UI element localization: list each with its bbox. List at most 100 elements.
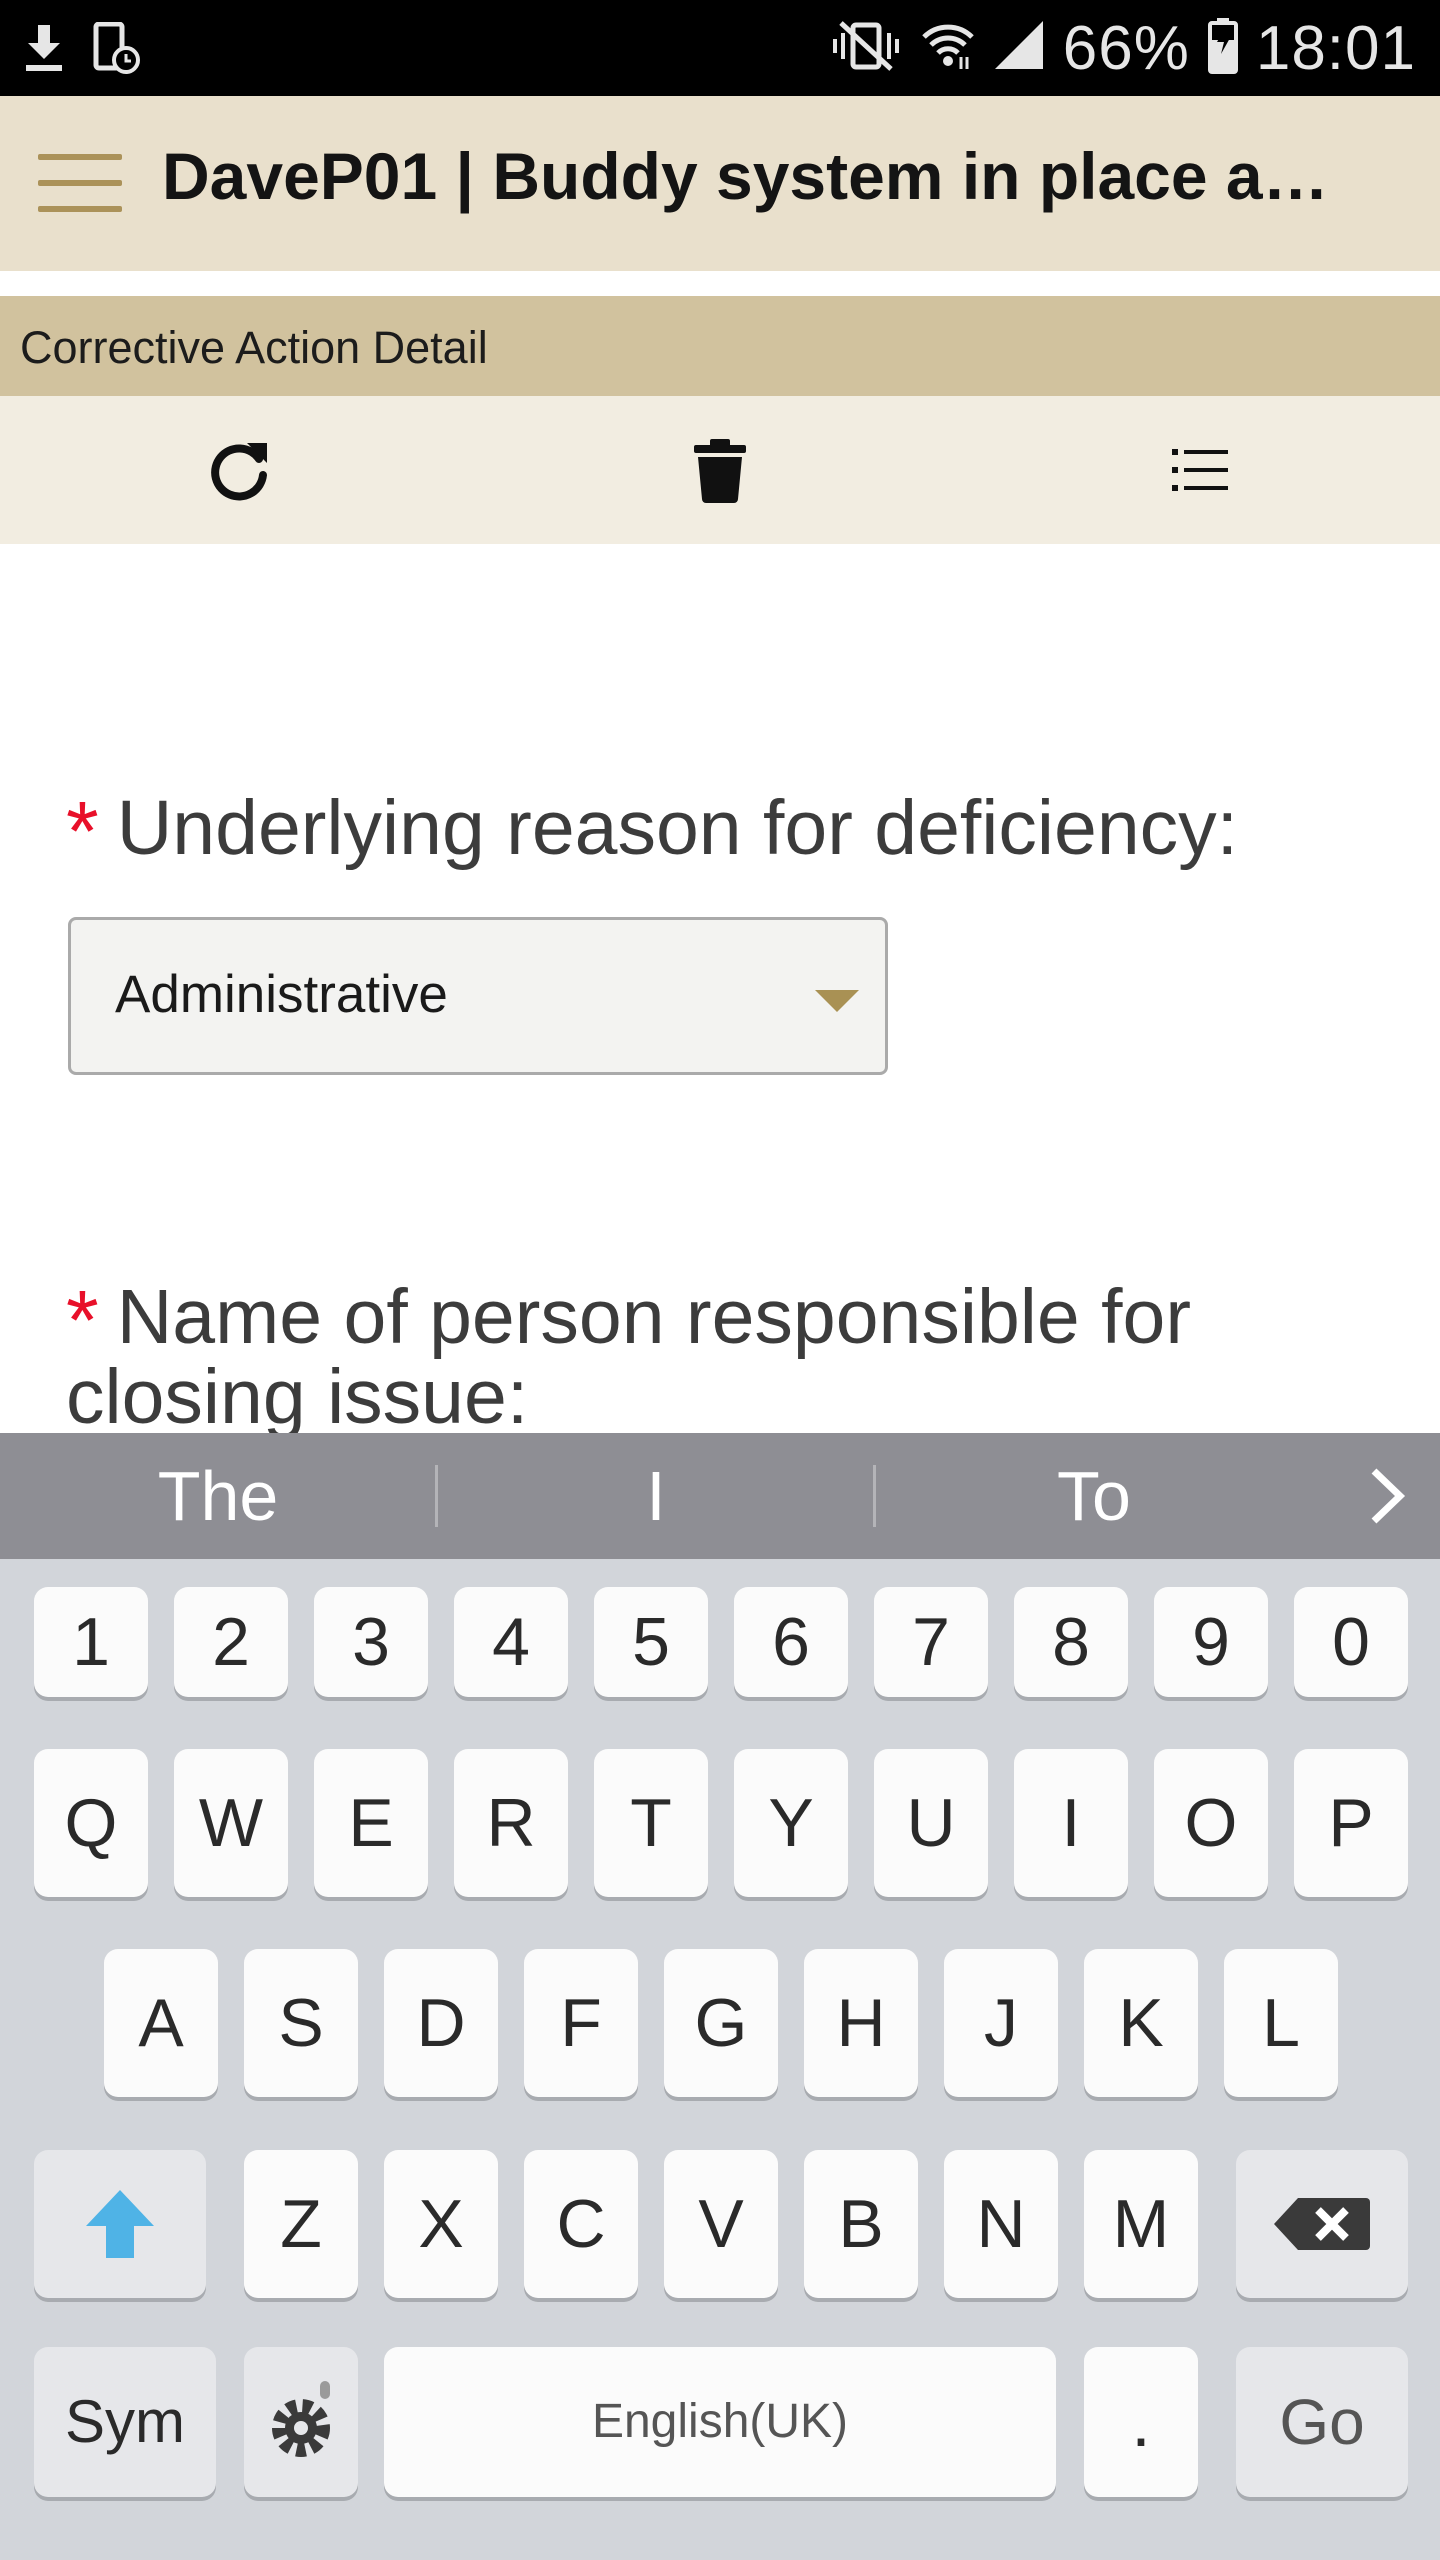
clock: 18:01 xyxy=(1255,13,1416,83)
key-c[interactable]: C xyxy=(524,2150,638,2298)
key-1-label: 1 xyxy=(72,1604,110,1680)
battery-charging-icon xyxy=(1207,17,1238,79)
key-0[interactable]: 0 xyxy=(1294,1587,1408,1697)
key-z[interactable]: Z xyxy=(244,2150,358,2298)
key-4[interactable]: 4 xyxy=(454,1587,568,1697)
chevron-right-icon[interactable] xyxy=(1354,1465,1416,1527)
reason-label-text: Underlying reason for deficiency: xyxy=(116,785,1239,871)
key-w[interactable]: W xyxy=(174,1749,288,1897)
key-q[interactable]: Q xyxy=(34,1749,148,1897)
key-x[interactable]: X xyxy=(384,2150,498,2298)
key-3-label: 3 xyxy=(352,1604,390,1680)
refresh-icon xyxy=(211,443,267,501)
key-f[interactable]: F xyxy=(524,1949,638,2097)
key-2[interactable]: 2 xyxy=(174,1587,288,1697)
key-p-label: P xyxy=(1328,1785,1374,1861)
refresh-button[interactable] xyxy=(202,432,278,508)
key-q-label: Q xyxy=(64,1785,118,1861)
key-v-label: V xyxy=(698,2186,744,2262)
key-e-label: E xyxy=(348,1785,394,1861)
key-k-label: K xyxy=(1118,1985,1164,2061)
hamburger-menu-icon[interactable] xyxy=(38,154,122,212)
key-7-label: 7 xyxy=(912,1604,950,1680)
key-1[interactable]: 1 xyxy=(34,1587,148,1697)
shift-arrow-icon xyxy=(86,2190,154,2258)
key-r[interactable]: R xyxy=(454,1749,568,1897)
status-bar: 66% 18:01 xyxy=(0,0,1440,96)
reason-label: * Underlying reason for deficiency: xyxy=(66,785,1239,873)
key-9[interactable]: 9 xyxy=(1154,1587,1268,1697)
key-9-label: 9 xyxy=(1192,1604,1230,1680)
key-3[interactable]: 3 xyxy=(314,1587,428,1697)
key-i[interactable]: I xyxy=(1014,1749,1128,1897)
key-a-label: A xyxy=(138,1985,184,2061)
key-e[interactable]: E xyxy=(314,1749,428,1897)
key-6-label: 6 xyxy=(772,1604,810,1680)
shift-key[interactable] xyxy=(34,2150,206,2298)
list-icon xyxy=(1172,449,1228,491)
wifi-icon xyxy=(921,19,975,78)
action-toolbar xyxy=(0,396,1440,544)
key-7[interactable]: 7 xyxy=(874,1587,988,1697)
key-t[interactable]: T xyxy=(594,1749,708,1897)
key-n-label: N xyxy=(976,2186,1026,2262)
signal-icon xyxy=(993,19,1045,78)
key-s-label: S xyxy=(278,1985,324,2061)
go-key-label: Go xyxy=(1279,2386,1365,2458)
key-s[interactable]: S xyxy=(244,1949,358,2097)
key-5[interactable]: 5 xyxy=(594,1587,708,1697)
key-h[interactable]: H xyxy=(804,1949,918,2097)
key-l-label: L xyxy=(1262,1985,1300,2061)
key-j[interactable]: J xyxy=(944,1949,1058,2097)
section-title: Corrective Action Detail xyxy=(20,322,488,373)
app-bar: DaveP01 | Buddy system in place a… xyxy=(0,96,1440,271)
key-g[interactable]: G xyxy=(664,1949,778,2097)
key-h-label: H xyxy=(836,1985,886,2061)
key-m[interactable]: M xyxy=(1084,2150,1198,2298)
key-b[interactable]: B xyxy=(804,2150,918,2298)
settings-key[interactable] xyxy=(244,2347,358,2497)
key-m-label: M xyxy=(1112,2186,1170,2262)
key-g-label: G xyxy=(694,1985,748,2061)
suggestion-3[interactable]: To xyxy=(876,1433,1312,1559)
key-8[interactable]: 8 xyxy=(1014,1587,1128,1697)
key-u[interactable]: U xyxy=(874,1749,988,1897)
list-button[interactable] xyxy=(1162,432,1238,508)
key-l[interactable]: L xyxy=(1224,1949,1338,2097)
period-key-label: . xyxy=(1131,2383,1151,2461)
key-r-label: R xyxy=(486,1785,536,1861)
backspace-icon xyxy=(1274,2198,1370,2250)
key-z-label: Z xyxy=(280,2186,322,2262)
sym-key[interactable]: Sym xyxy=(34,2347,216,2497)
suggestion-2[interactable]: I xyxy=(438,1433,874,1559)
space-key-label: English(UK) xyxy=(591,2395,849,2448)
key-w-label: W xyxy=(198,1785,264,1861)
page-title: DaveP01 | Buddy system in place a… xyxy=(162,139,1329,213)
key-v[interactable]: V xyxy=(664,2150,778,2298)
phone-sync-icon xyxy=(92,21,140,81)
key-p[interactable]: P xyxy=(1294,1749,1408,1897)
key-2-label: 2 xyxy=(212,1604,250,1680)
delete-button[interactable] xyxy=(682,432,758,508)
go-key[interactable]: Go xyxy=(1236,2347,1408,2497)
responsible-label: * Name of person responsible for closing … xyxy=(66,1274,1396,1433)
period-key[interactable]: . xyxy=(1084,2347,1198,2497)
key-o-label: O xyxy=(1184,1785,1238,1861)
key-8-label: 8 xyxy=(1052,1604,1090,1680)
key-k[interactable]: K xyxy=(1084,1949,1198,2097)
key-y[interactable]: Y xyxy=(734,1749,848,1897)
key-d[interactable]: D xyxy=(384,1949,498,2097)
reason-select[interactable]: Administrative xyxy=(68,917,888,1075)
space-key[interactable]: English(UK) xyxy=(384,2347,1056,2497)
key-d-label: D xyxy=(416,1985,466,2061)
trash-icon xyxy=(694,439,746,503)
key-6[interactable]: 6 xyxy=(734,1587,848,1697)
sym-key-label: Sym xyxy=(65,2388,185,2455)
key-i-label: I xyxy=(1061,1785,1081,1861)
backspace-key[interactable] xyxy=(1236,2150,1408,2298)
key-n[interactable]: N xyxy=(944,2150,1058,2298)
key-o[interactable]: O xyxy=(1154,1749,1268,1897)
key-a[interactable]: A xyxy=(104,1949,218,2097)
vibrate-mute-icon xyxy=(829,19,903,78)
suggestion-1[interactable]: The xyxy=(0,1433,436,1559)
